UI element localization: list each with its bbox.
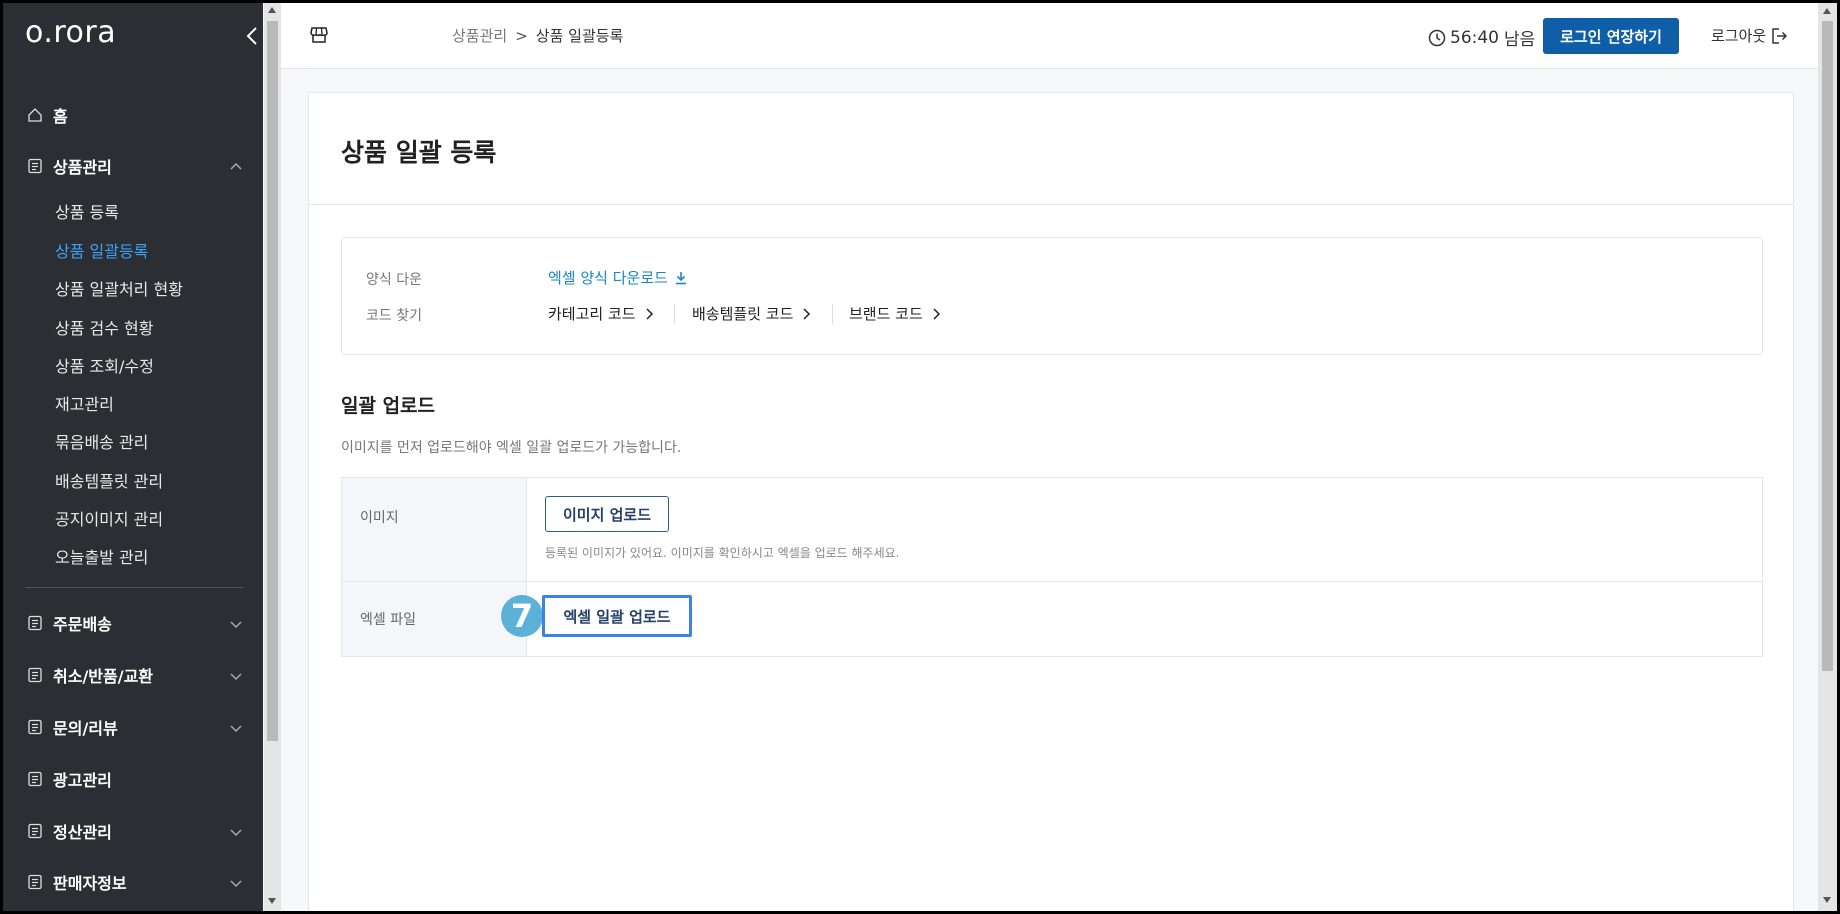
home-icon bbox=[28, 108, 42, 122]
document-icon bbox=[28, 771, 42, 787]
page-scrollbar[interactable] bbox=[1818, 3, 1837, 911]
scrollbar-thumb[interactable] bbox=[267, 21, 278, 741]
session-timer: 56:40 남음 bbox=[1428, 25, 1535, 50]
sidebar-subitem[interactable]: 오늘출발 관리 bbox=[55, 544, 148, 568]
topbar: 상품관리 > 상품 일괄등록 56:40 남음 로그인 연장하기 로그아웃 bbox=[281, 3, 1818, 69]
sidebar-subitem[interactable]: 상품 등록 bbox=[55, 199, 119, 223]
image-upload-note: 등록된 이미지가 있어요. 이미지를 확인하시고 엑셀을 업로드 해주세요. bbox=[545, 546, 900, 560]
document-icon bbox=[28, 615, 42, 631]
excel-template-download-link[interactable]: 엑셀 양식 다운로드 bbox=[548, 267, 688, 288]
sidebar-subitem[interactable]: 상품 조회/수정 bbox=[55, 353, 154, 377]
upload-table: 이미지 이미지 업로드 등록된 이미지가 있어요. 이미지를 확인하시고 엑셀을… bbox=[341, 477, 1763, 657]
sidebar-item-label: 문의/리뷰 bbox=[53, 719, 118, 738]
breadcrumb: 상품관리 > 상품 일괄등록 bbox=[452, 25, 623, 46]
sidebar-item-label: 광고관리 bbox=[53, 771, 112, 790]
chevron-right-icon bbox=[933, 307, 940, 320]
code-link-label: 브랜드 코드 bbox=[849, 305, 923, 323]
extend-login-button[interactable]: 로그인 연장하기 bbox=[1543, 18, 1679, 54]
template-info-box: 양식 다운 엑셀 양식 다운로드 코드 찾기 카테고리 코드 배송템플릿 코드 bbox=[341, 237, 1763, 355]
document-icon bbox=[28, 719, 42, 735]
scroll-down-arrow-icon[interactable] bbox=[1823, 897, 1831, 903]
timer-time: 56:40 bbox=[1450, 27, 1499, 48]
excel-bulk-upload-button[interactable]: 엑셀 일괄 업로드 bbox=[547, 600, 687, 632]
bulk-upload-title: 일괄 업로드 bbox=[341, 395, 436, 417]
brand-code-link[interactable]: 브랜드 코드 bbox=[849, 303, 941, 324]
breadcrumb-separator: > bbox=[515, 26, 528, 45]
sidebar-item-ads[interactable]: 광고관리 bbox=[27, 767, 112, 791]
document-icon bbox=[28, 874, 42, 890]
sidebar-subitem-active[interactable]: 상품 일괄등록 bbox=[55, 238, 148, 262]
page-title: 상품 일괄 등록 bbox=[341, 138, 497, 167]
document-icon bbox=[28, 158, 42, 174]
clock-icon bbox=[1428, 29, 1446, 46]
sidebar: o.rora 홈 상품관리 상품 등록 상품 일괄등록 상품 일괄처리 현황 상… bbox=[3, 3, 263, 911]
link-separator bbox=[674, 304, 675, 324]
sidebar-subitem[interactable]: 배송템플릿 관리 bbox=[55, 468, 163, 492]
sidebar-item-product-mgmt[interactable]: 상품관리 bbox=[27, 154, 112, 178]
sidebar-subitem[interactable]: 상품 검수 현황 bbox=[55, 315, 154, 339]
sidebar-scrollbar[interactable] bbox=[264, 3, 281, 911]
chevron-down-icon[interactable] bbox=[229, 619, 243, 629]
main-card: 상품 일괄 등록 양식 다운 엑셀 양식 다운로드 코드 찾기 카테고리 코드 … bbox=[308, 92, 1794, 911]
sidebar-item-inquiry[interactable]: 문의/리뷰 bbox=[27, 715, 118, 739]
logout-icon bbox=[1772, 27, 1788, 44]
code-link-label: 배송템플릿 코드 bbox=[692, 305, 794, 323]
step-number-badge: 7 bbox=[501, 595, 543, 637]
code-link-label: 카테고리 코드 bbox=[548, 305, 636, 323]
link-separator bbox=[832, 304, 833, 324]
title-divider bbox=[309, 204, 1793, 205]
timer-suffix: 남음 bbox=[1504, 30, 1536, 50]
image-upload-button[interactable]: 이미지 업로드 bbox=[545, 496, 669, 532]
breadcrumb-current: 상품 일괄등록 bbox=[535, 27, 624, 45]
store-icon[interactable] bbox=[309, 25, 329, 45]
chevron-down-icon[interactable] bbox=[229, 671, 243, 681]
sidebar-item-label: 주문배송 bbox=[53, 615, 112, 634]
row-divider bbox=[342, 581, 1762, 582]
sidebar-item-seller-info[interactable]: 판매자정보 bbox=[27, 870, 127, 894]
code-label: 코드 찾기 bbox=[366, 308, 422, 324]
sidebar-item-order[interactable]: 주문배송 bbox=[27, 611, 112, 635]
category-code-link[interactable]: 카테고리 코드 bbox=[548, 303, 654, 324]
scroll-up-arrow-icon[interactable] bbox=[268, 7, 276, 13]
sidebar-item-label: 취소/반품/교환 bbox=[53, 667, 154, 686]
sidebar-item-settlement[interactable]: 정산관리 bbox=[27, 819, 112, 843]
sidebar-item-label: 정산관리 bbox=[53, 823, 112, 842]
scrollbar-thumb[interactable] bbox=[1822, 21, 1833, 671]
sidebar-subitem[interactable]: 재고관리 bbox=[55, 391, 114, 415]
template-label: 양식 다운 bbox=[366, 272, 422, 288]
shipping-template-code-link[interactable]: 배송템플릿 코드 bbox=[692, 303, 811, 324]
scroll-down-arrow-icon[interactable] bbox=[268, 898, 276, 904]
logo: o.rora bbox=[25, 15, 117, 50]
sidebar-divider bbox=[25, 587, 243, 588]
breadcrumb-parent[interactable]: 상품관리 bbox=[452, 25, 507, 46]
chevron-down-icon[interactable] bbox=[229, 723, 243, 733]
chevron-up-icon[interactable] bbox=[229, 161, 243, 171]
download-link-label: 엑셀 양식 다운로드 bbox=[548, 269, 668, 287]
sidebar-subitem[interactable]: 공지이미지 관리 bbox=[55, 506, 163, 530]
scroll-up-arrow-icon[interactable] bbox=[1823, 8, 1831, 14]
sidebar-item-label: 홈 bbox=[53, 107, 68, 126]
collapse-sidebar-icon[interactable] bbox=[245, 25, 259, 47]
document-icon bbox=[28, 823, 42, 839]
sidebar-item-home[interactable]: 홈 bbox=[27, 103, 68, 127]
download-icon bbox=[675, 271, 686, 284]
bulk-upload-description: 이미지를 먼저 업로드해야 엑셀 일괄 업로드가 가능합니다. bbox=[341, 440, 682, 456]
chevron-right-icon bbox=[646, 307, 653, 320]
document-icon bbox=[28, 667, 42, 683]
sidebar-item-cancel[interactable]: 취소/반품/교환 bbox=[27, 663, 153, 687]
logout-label: 로그아웃 bbox=[1711, 27, 1767, 45]
app-window: o.rora 홈 상품관리 상품 등록 상품 일괄등록 상품 일괄처리 현황 상… bbox=[3, 3, 1837, 911]
chevron-down-icon[interactable] bbox=[229, 827, 243, 837]
sidebar-subitem[interactable]: 묶음배송 관리 bbox=[55, 429, 148, 453]
chevron-down-icon[interactable] bbox=[229, 878, 243, 888]
chevron-right-icon bbox=[803, 307, 811, 320]
sidebar-subitem[interactable]: 상품 일괄처리 현황 bbox=[55, 276, 183, 300]
label-column bbox=[342, 478, 527, 656]
sidebar-item-label: 상품관리 bbox=[53, 158, 112, 177]
excel-row-label: 엑셀 파일 bbox=[360, 612, 416, 628]
logout-button[interactable]: 로그아웃 bbox=[1711, 25, 1788, 46]
image-row-label: 이미지 bbox=[360, 510, 399, 526]
sidebar-item-label: 판매자정보 bbox=[53, 874, 127, 893]
